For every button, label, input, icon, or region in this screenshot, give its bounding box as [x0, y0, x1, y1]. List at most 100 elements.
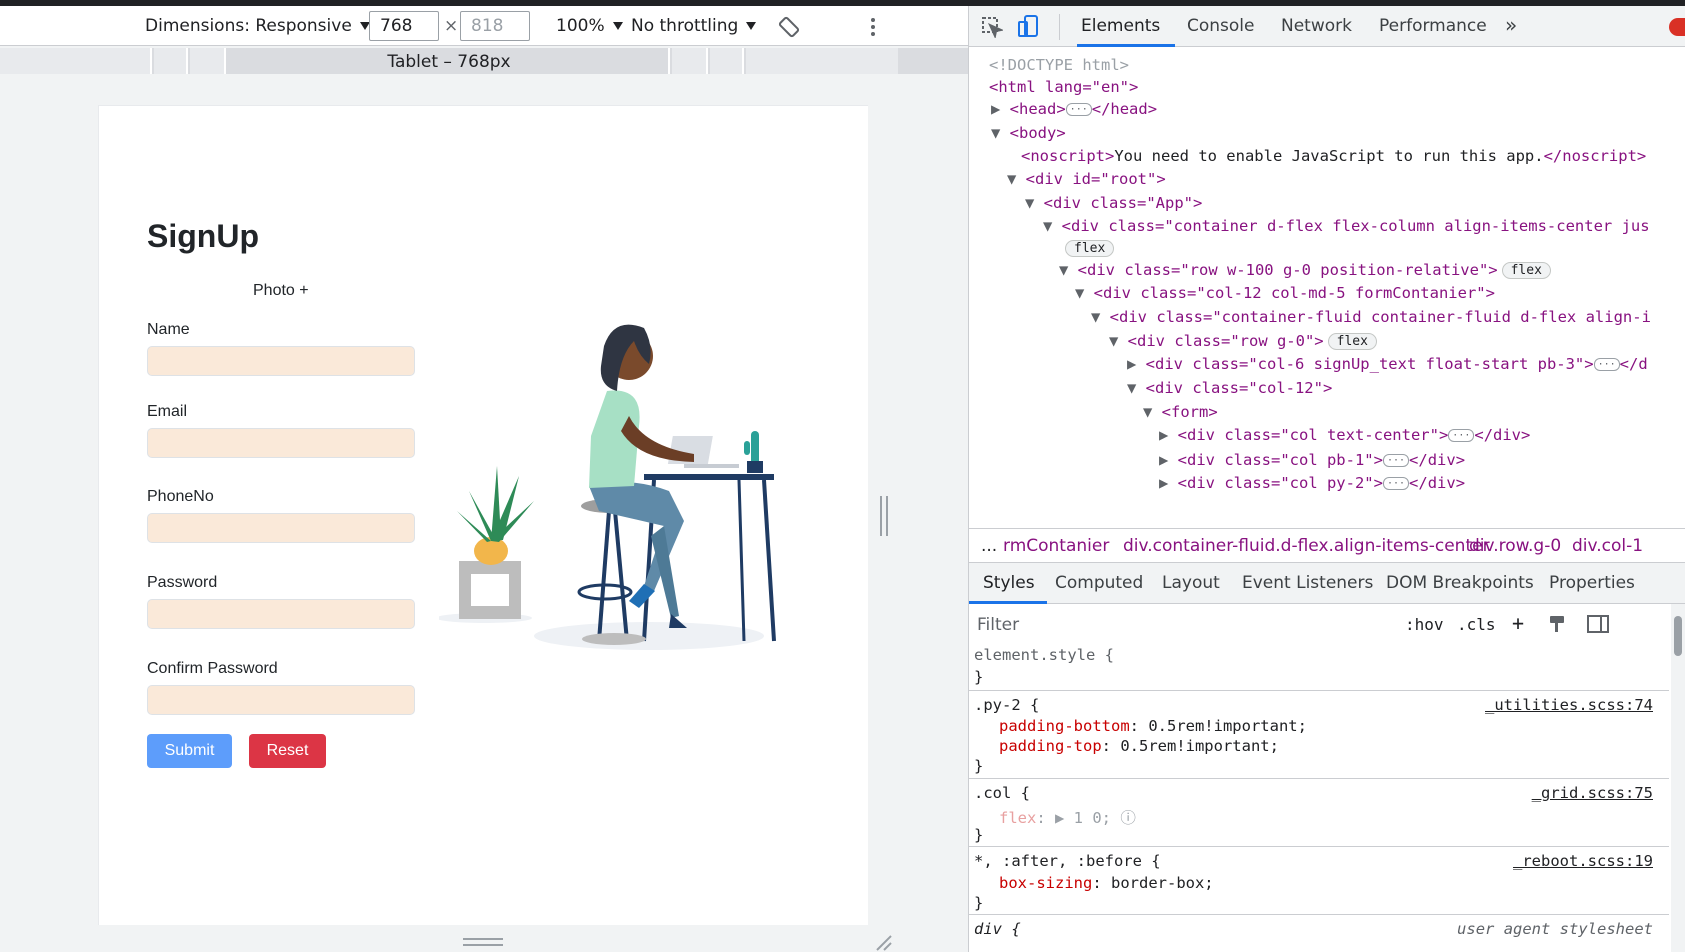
collapse-triangle-icon[interactable]: ▼ [1109, 332, 1128, 350]
info-icon[interactable]: ⓘ [1120, 809, 1136, 827]
collapse-triangle-icon[interactable]: ▼ [1007, 170, 1026, 188]
collapse-triangle-icon[interactable]: ▼ [1075, 284, 1094, 302]
dom-line[interactable]: ▶ <div class="col text-center"> ··· </div> [1159, 426, 1530, 444]
css-declaration[interactable]: padding-bottom: 0.5rem!important; [999, 717, 1307, 735]
expand-triangle-icon[interactable]: ▶ [1159, 474, 1178, 492]
submit-button[interactable]: Submit [147, 734, 232, 768]
tab-console[interactable]: Console [1187, 16, 1255, 36]
dom-line[interactable]: <!DOCTYPE html> [989, 56, 1129, 74]
flex-badge[interactable]: flex [1327, 333, 1377, 350]
name-field[interactable] [147, 346, 415, 376]
dom-line[interactable]: <noscript>You need to enable JavaScript … [1021, 147, 1646, 165]
dom-line[interactable]: ▼ <div class="row g-0"> flex [1109, 332, 1377, 350]
bottom-resize-handle[interactable] [463, 938, 503, 946]
device-toolbar-icon[interactable] [1017, 14, 1041, 40]
dom-line[interactable]: <html lang="en"> [989, 78, 1138, 96]
breadcrumb-item[interactable]: div.col-1 [1572, 536, 1643, 556]
rule-selector[interactable]: .col { [974, 784, 1030, 802]
error-badge-icon[interactable] [1669, 18, 1685, 36]
tab-dom-breakpoints[interactable]: DOM Breakpoints [1386, 573, 1534, 593]
css-declaration[interactable]: padding-top: 0.5rem!important; [999, 737, 1279, 755]
expand-triangle-icon[interactable]: ▶ [991, 100, 1010, 118]
password-field[interactable] [147, 599, 415, 629]
dom-line[interactable]: flex [1061, 239, 1115, 257]
dimensions-dropdown[interactable]: Dimensions: Responsive [145, 16, 370, 36]
ellipsis-icon[interactable]: ··· [1065, 103, 1092, 116]
throttling-dropdown[interactable]: No throttling [631, 16, 757, 36]
collapse-triangle-icon[interactable]: ▼ [1127, 379, 1146, 397]
breadcrumb-item[interactable]: rmContanier [1003, 536, 1109, 556]
dom-line[interactable]: ▼ <div class="row w-100 g-0 position-rel… [1059, 261, 1551, 279]
dom-line[interactable]: ▼ <div class="container-fluid container-… [1091, 308, 1651, 326]
dom-line[interactable]: ▼ <div class="container d-flex flex-colu… [1043, 217, 1650, 235]
dom-line[interactable]: ▼ <body> [991, 124, 1066, 142]
tab-event-listeners[interactable]: Event Listeners [1242, 573, 1373, 593]
add-rule-icon[interactable]: + [1512, 611, 1524, 635]
rule-source-link[interactable]: _reboot.scss:19 [1513, 852, 1653, 870]
dom-line[interactable]: ▼ <div id="root"> [1007, 170, 1166, 188]
dom-line[interactable]: ▶ <div class="col-6 signUp_text float-st… [1127, 355, 1648, 373]
cls-toggle[interactable]: .cls [1457, 615, 1496, 634]
dom-line[interactable]: ▼ <form> [1143, 403, 1218, 421]
styles-filter-input[interactable]: Filter [974, 612, 1434, 640]
css-declaration[interactable]: box-sizing: border-box; [999, 874, 1214, 892]
more-tabs-icon[interactable]: » [1505, 13, 1517, 37]
rule-selector[interactable]: .py-2 { [974, 696, 1039, 714]
collapse-triangle-icon[interactable]: ▼ [1091, 308, 1110, 326]
flex-badge[interactable]: flex [1065, 240, 1115, 257]
collapse-triangle-icon[interactable]: ▼ [1059, 261, 1078, 279]
collapse-triangle-icon[interactable]: ▼ [1043, 217, 1062, 235]
dom-line[interactable]: ▼ <div class="App"> [1025, 194, 1202, 212]
phone-field[interactable] [147, 513, 415, 543]
paint-format-icon[interactable] [1547, 614, 1567, 634]
rule-selector[interactable]: *, :after, :before { [974, 852, 1161, 870]
width-input[interactable]: 768 [369, 11, 439, 41]
email-field[interactable] [147, 428, 415, 458]
tab-properties[interactable]: Properties [1549, 573, 1635, 593]
more-vert-icon[interactable] [864, 16, 882, 38]
flex-badge[interactable]: flex [1501, 262, 1551, 279]
dom-line[interactable]: ▶ <div class="col pb-1"> ··· </div> [1159, 451, 1465, 469]
tab-network[interactable]: Network [1281, 16, 1352, 36]
breadcrumb-overflow[interactable]: ... [981, 536, 997, 556]
inspect-element-icon[interactable] [981, 16, 1003, 38]
tab-elements[interactable]: Elements [1081, 16, 1160, 36]
right-resize-handle[interactable] [880, 496, 888, 536]
dom-line[interactable]: ▼ <div class="col-12"> [1127, 379, 1332, 397]
rotate-icon[interactable] [778, 16, 800, 38]
media-query-ruler[interactable]: Tablet – 768px [0, 48, 968, 74]
rule-source-link[interactable]: _utilities.scss:74 [1485, 696, 1653, 714]
dom-line[interactable]: ▶ <head> ··· </head> [991, 100, 1157, 118]
rule-selector[interactable]: element.style { [974, 646, 1114, 664]
tab-computed[interactable]: Computed [1055, 573, 1143, 593]
collapse-triangle-icon[interactable]: ▼ [1143, 403, 1162, 421]
breadcrumb-item[interactable]: div.container-fluid.d-flex.align-items-c… [1123, 536, 1490, 556]
dom-line[interactable]: ▶ <div class="col py-2"> ··· </div> [1159, 474, 1465, 492]
tab-layout[interactable]: Layout [1162, 573, 1220, 593]
css-declaration[interactable]: flex: ▶ 1 0; ⓘ [999, 806, 1136, 828]
dom-line[interactable]: ▼ <div class="col-12 col-md-5 formContan… [1075, 284, 1495, 302]
zoom-dropdown[interactable]: 100% [556, 16, 623, 36]
sidebar-toggle-icon[interactable] [1587, 614, 1609, 634]
corner-resize-icon[interactable] [875, 934, 893, 952]
tab-performance[interactable]: Performance [1379, 16, 1487, 36]
collapse-triangle-icon[interactable]: ▼ [1025, 194, 1044, 212]
tab-styles[interactable]: Styles [983, 573, 1035, 593]
height-input[interactable]: 818 [460, 11, 530, 41]
rule-source-link[interactable]: _grid.scss:75 [1532, 784, 1653, 802]
reset-button[interactable]: Reset [249, 734, 326, 768]
expand-triangle-icon[interactable]: ▶ [1159, 451, 1178, 469]
rule-selector[interactable]: div { [974, 920, 1021, 938]
expand-triangle-icon[interactable]: ▶ [1127, 355, 1146, 373]
ellipsis-icon[interactable]: ··· [1382, 477, 1410, 490]
hov-toggle[interactable]: :hov [1405, 615, 1444, 634]
styles-scrollbar-thumb[interactable] [1674, 616, 1682, 656]
ellipsis-icon[interactable]: ··· [1382, 454, 1410, 467]
confirm-password-field[interactable] [147, 685, 415, 715]
ellipsis-icon[interactable]: ··· [1593, 358, 1620, 371]
expand-triangle-icon[interactable]: ▶ [1159, 426, 1178, 444]
collapse-triangle-icon[interactable]: ▼ [991, 124, 1010, 142]
photo-upload-label[interactable]: Photo + [253, 282, 309, 300]
styles-scrollbar[interactable] [1671, 604, 1685, 952]
breadcrumb-item[interactable]: div.row.g-0 [1469, 536, 1561, 556]
